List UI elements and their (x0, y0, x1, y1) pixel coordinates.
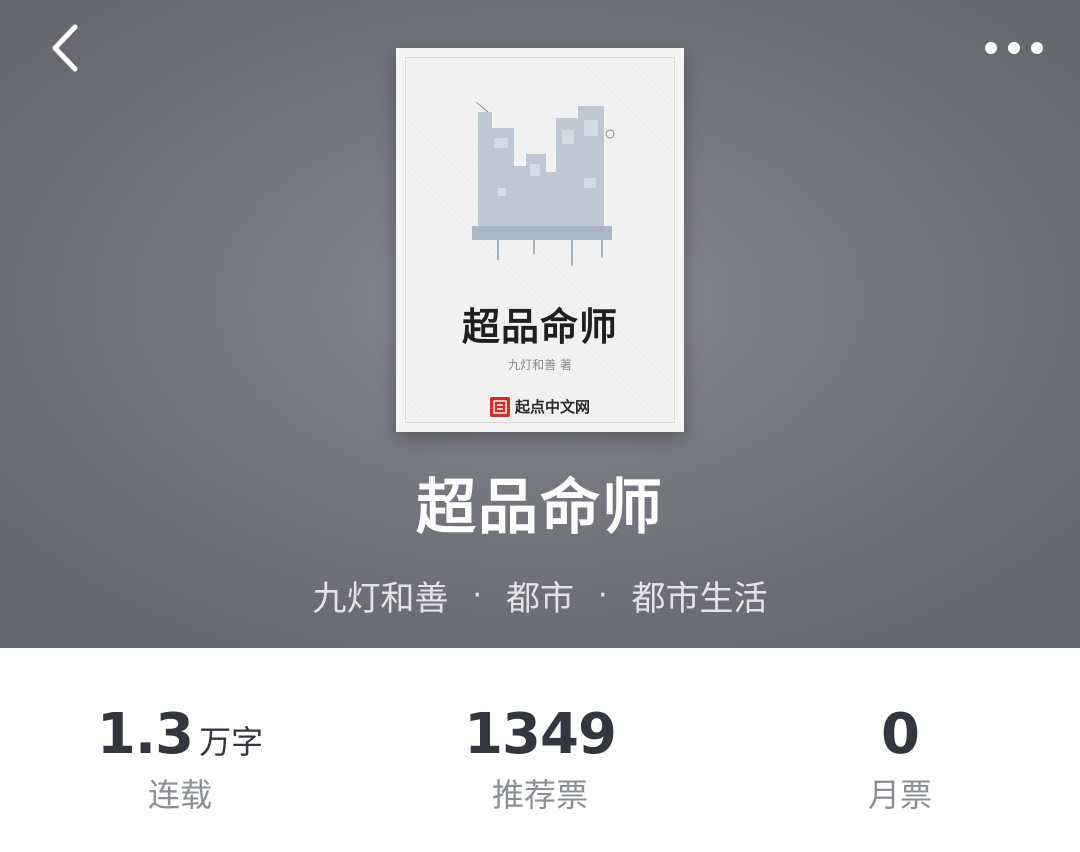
book-stats: 1.3 万字 连载 1349 推荐票 0 月票 (0, 648, 1080, 852)
more-button[interactable] (974, 28, 1054, 68)
stat-value: 0 (720, 702, 1080, 767)
book-meta: 九灯和善 · 都市 · 都市生活 (0, 571, 1080, 620)
publisher-logo-icon (489, 396, 510, 417)
category-link[interactable]: 都市 (506, 571, 574, 620)
meta-separator: · (472, 577, 482, 613)
stat-recommend-votes[interactable]: 1349 推荐票 (360, 648, 720, 852)
stat-value: 1.3 万字 (0, 702, 360, 767)
publisher-name: 起点中文网 (514, 398, 590, 416)
monthly-votes-value: 0 (881, 702, 920, 767)
word-count-value: 1.3 (96, 702, 194, 767)
stat-value: 1349 (360, 702, 720, 767)
stat-word-count: 1.3 万字 连载 (0, 648, 360, 852)
chevron-left-icon (52, 24, 78, 72)
recommend-votes-value: 1349 (464, 702, 617, 767)
cover-frame: 超品命师 九灯和善 著 起点中文网 (405, 57, 675, 423)
cityscape-illustration (472, 101, 615, 266)
cover-publisher: 起点中文网 (406, 396, 674, 417)
stat-monthly-votes[interactable]: 0 月票 (720, 648, 1080, 852)
more-dot (1008, 42, 1020, 54)
author-link[interactable]: 九灯和善 (312, 571, 448, 620)
serial-status-label: 连载 (147, 776, 212, 814)
cover-title: 超品命师 (461, 304, 618, 349)
book-title: 超品命师 (416, 473, 664, 543)
book-cover[interactable]: 超品命师 九灯和善 著 起点中文网 (396, 48, 684, 432)
meta-separator: · (598, 577, 608, 613)
word-count-unit: 万字 (199, 723, 264, 761)
monthly-votes-label: 月票 (867, 776, 932, 814)
subcategory-link[interactable]: 都市生活 (632, 571, 768, 620)
recommend-votes-label: 推荐票 (491, 776, 588, 814)
more-dot (1031, 42, 1043, 54)
back-button[interactable] (36, 20, 92, 76)
book-header: 超品命师 九灯和善 著 起点中文网 超品命师 九灯和善 · 都市 · 都市生活 (0, 0, 1080, 648)
cover-author: 九灯和善 著 (508, 358, 572, 372)
more-dots-icon (985, 42, 997, 54)
